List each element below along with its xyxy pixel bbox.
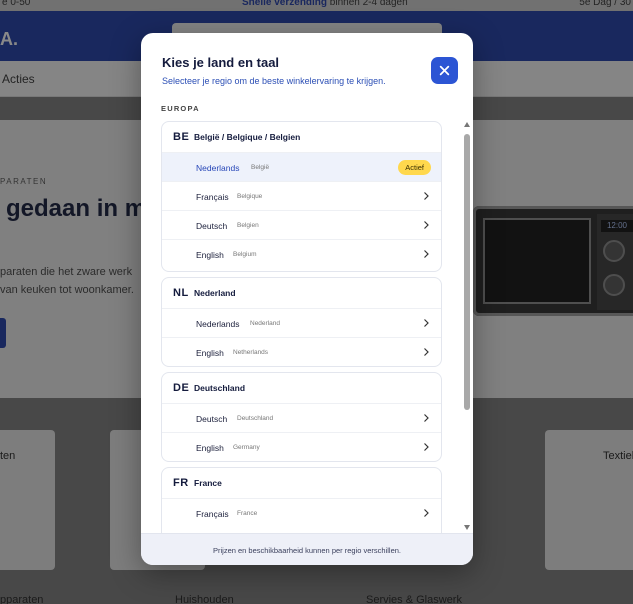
chevron-right-icon: [424, 414, 429, 422]
language-option-nl-nl[interactable]: Nederlands Nederland: [162, 308, 441, 337]
language-label: Français: [196, 509, 229, 519]
modal-footer: Prijzen en beschikbaarheid kunnen per re…: [141, 533, 473, 565]
language-option-be-nl[interactable]: Nederlands België Actief: [162, 152, 441, 181]
language-option-be-fr[interactable]: Français Belgique: [162, 181, 441, 210]
country-language-modal: Kies je land en taal Selecteer je regio …: [141, 33, 473, 565]
language-option-be-en[interactable]: English Belgium: [162, 239, 441, 268]
language-region: Belgium: [233, 251, 257, 258]
language-option-de-en[interactable]: English Germany: [162, 432, 441, 461]
language-region: België: [251, 164, 270, 171]
country-card-be: BE België / Belgique / Belgien Nederland…: [161, 121, 442, 272]
language-label: Nederlands: [196, 163, 240, 173]
chevron-right-icon: [424, 348, 429, 356]
language-label: Nederlands: [196, 319, 240, 329]
country-header: NL Nederland: [162, 278, 441, 308]
active-badge: Actief: [398, 160, 431, 175]
chevron-right-icon: [424, 192, 429, 200]
language-region: Deutschland: [237, 415, 274, 422]
country-code: BE: [173, 131, 190, 143]
country-name: Deutschland: [194, 383, 246, 393]
country-name: France: [194, 478, 222, 488]
language-label: English: [196, 348, 224, 358]
scrollbar-thumb[interactable]: [464, 134, 470, 410]
country-header: DE Deutschland: [162, 373, 441, 403]
region-heading: EUROPA: [161, 104, 200, 113]
chevron-right-icon: [424, 509, 429, 517]
language-option-nl-en[interactable]: English Netherlands: [162, 337, 441, 366]
language-region: Netherlands: [233, 349, 269, 356]
chevron-right-icon: [424, 443, 429, 451]
scrollbar[interactable]: [463, 119, 471, 533]
language-option-fr-fr[interactable]: Français France: [162, 498, 441, 527]
language-label: English: [196, 443, 224, 453]
language-region: Belgique: [237, 193, 263, 200]
language-label: English: [196, 250, 224, 260]
chevron-right-icon: [424, 250, 429, 258]
chevron-right-icon: [424, 319, 429, 327]
close-button[interactable]: [431, 57, 458, 84]
language-option-de-de[interactable]: Deutsch Deutschland: [162, 403, 441, 432]
language-region: Nederland: [250, 320, 280, 327]
language-region: Germany: [233, 444, 260, 451]
language-region: Belgien: [237, 222, 259, 229]
scroll-up-arrow-icon[interactable]: [464, 122, 470, 127]
country-header: BE België / Belgique / Belgien: [162, 122, 441, 152]
country-name: Nederland: [194, 288, 236, 298]
language-label: Deutsch: [196, 414, 228, 424]
country-card-de: DE Deutschland Deutsch Deutschland Engli…: [161, 372, 442, 462]
country-code: DE: [173, 382, 190, 394]
language-label: Deutsch: [196, 221, 228, 231]
language-region: France: [237, 510, 258, 517]
country-name: België / Belgique / Belgien: [194, 132, 301, 142]
language-label: Français: [196, 192, 229, 202]
country-code: NL: [173, 287, 189, 299]
chevron-right-icon: [424, 221, 429, 229]
country-card-fr: FR France Français France: [161, 467, 442, 533]
scroll-down-arrow-icon[interactable]: [464, 525, 470, 530]
close-icon: [439, 65, 450, 76]
modal-title: Kies je land en taal: [162, 55, 280, 70]
footer-note: Prijzen en beschikbaarheid kunnen per re…: [212, 546, 402, 555]
language-option-be-de[interactable]: Deutsch Belgien: [162, 210, 441, 239]
country-code: FR: [173, 477, 189, 489]
modal-subtitle: Selecteer je regio om de beste winkelerv…: [162, 76, 386, 86]
country-card-nl: NL Nederland Nederlands Nederland Englis…: [161, 277, 442, 367]
country-list[interactable]: BE België / Belgique / Belgien Nederland…: [161, 121, 442, 533]
country-header: FR France: [162, 468, 441, 498]
